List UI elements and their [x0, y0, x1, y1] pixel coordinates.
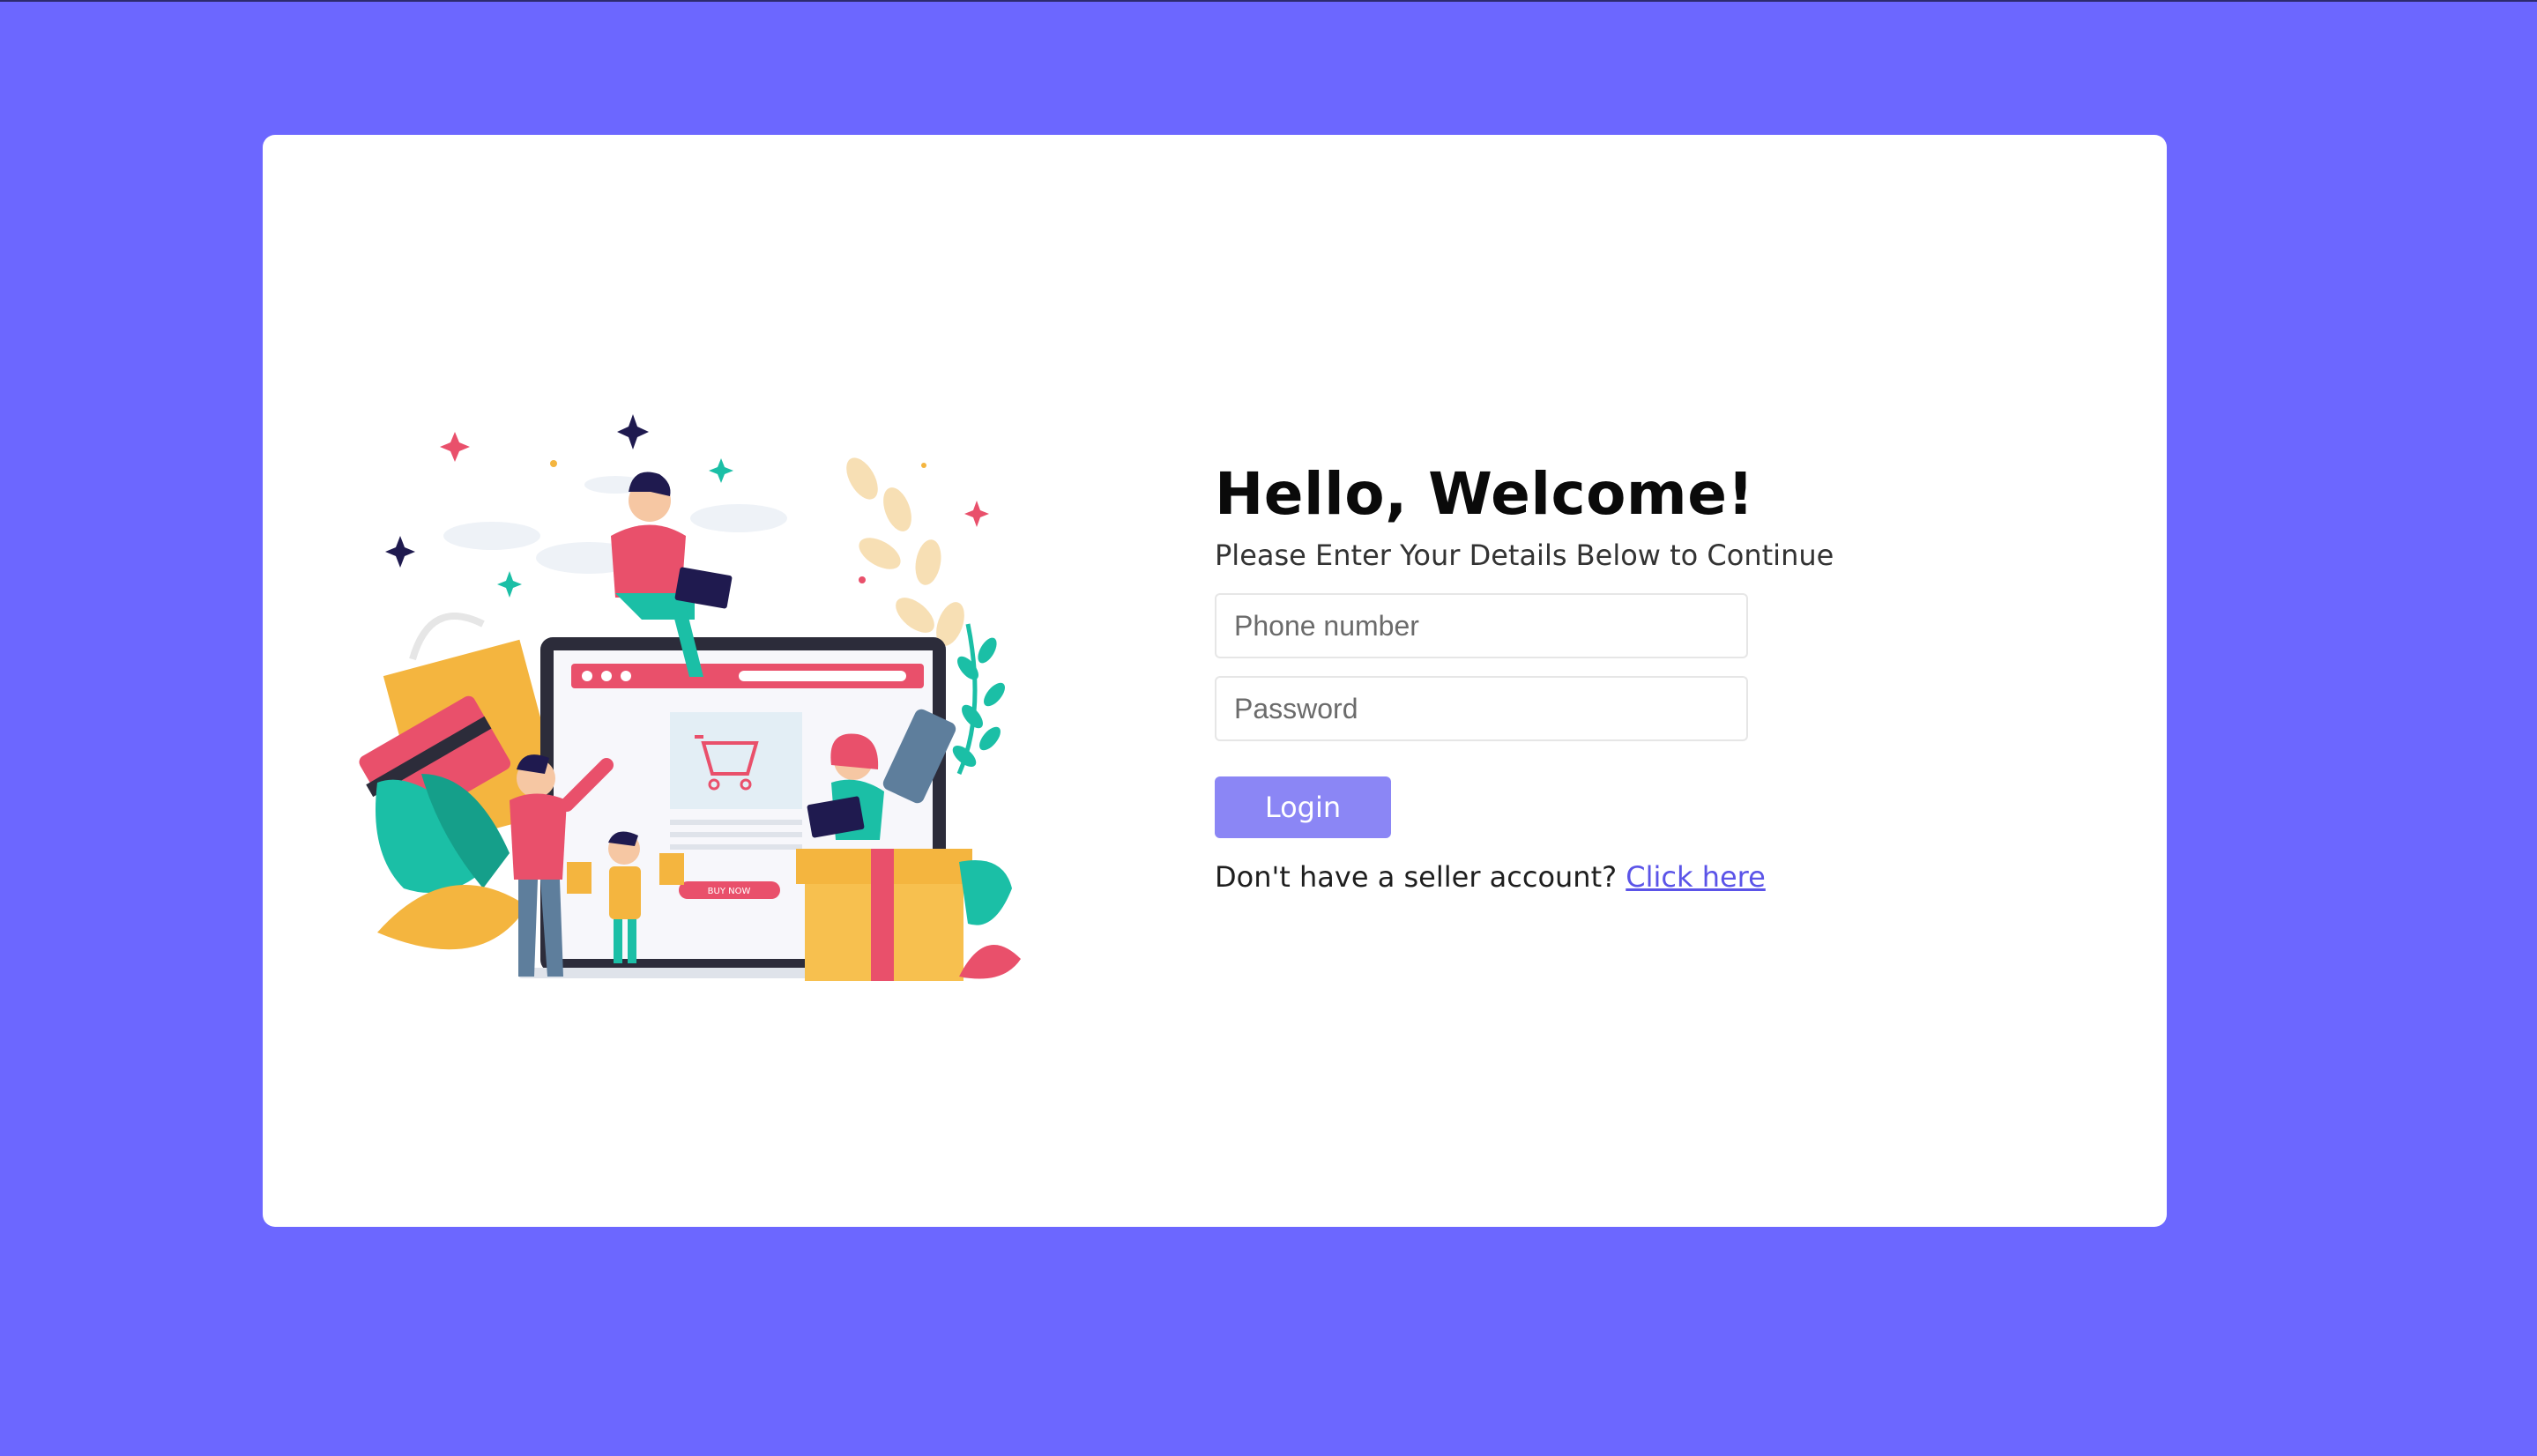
welcome-title: Hello, Welcome! — [1215, 460, 1755, 528]
phone-number-input[interactable] — [1215, 593, 1748, 659]
buy-now-label: BUY NOW — [708, 887, 751, 896]
login-card: BUY NOW Hello, Welcome! Please Enter You… — [263, 135, 2167, 1227]
signup-line: Don't have a seller account? Click here — [1215, 858, 2008, 897]
shopping-illustration: BUY NOW — [351, 360, 1021, 994]
password-input[interactable] — [1215, 676, 1748, 742]
signup-link[interactable]: Click here — [1626, 860, 1766, 894]
login-form: Hello, Welcome! Please Enter Your Detail… — [1215, 461, 2008, 897]
signup-prompt: Don't have a seller account? — [1215, 860, 1618, 895]
login-button[interactable]: Login — [1215, 776, 1391, 839]
welcome-subtitle: Please Enter Your Details Below to Conti… — [1215, 538, 1834, 572]
